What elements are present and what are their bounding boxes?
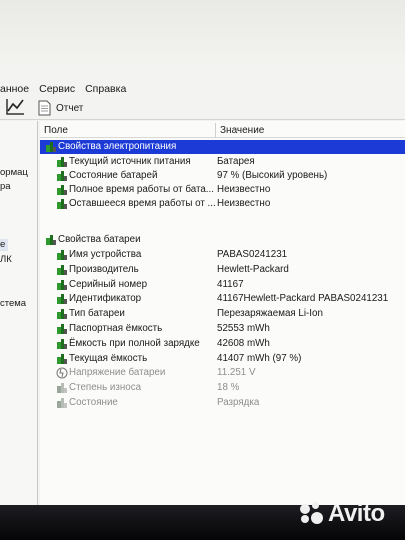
tree-item-fragment[interactable]: ЛК	[0, 254, 12, 265]
row-label: Имя устройства	[69, 249, 142, 260]
row-value: 41167Hewlett-Packard PABAS0241231	[217, 293, 389, 305]
row-label: Состояние	[69, 397, 118, 408]
row-label: Текущий источник питания	[69, 156, 191, 167]
table-row[interactable]: Идентификатор 41167Hewlett-Packard PABAS0…	[40, 292, 405, 306]
battery-icon	[56, 264, 68, 276]
row-value: Разрядка	[217, 397, 260, 408]
row-label: Полное время работы от бата...	[69, 184, 214, 195]
menu-item-data[interactable]: анное	[0, 83, 29, 95]
row-value: Перезаряжаемая Li-Ion	[217, 308, 323, 320]
navigation-tree[interactable]: ормац ра е ЛК стема	[0, 121, 38, 505]
battery-icon	[56, 156, 68, 168]
table-row[interactable]: Степень износа 18 %	[40, 381, 405, 395]
toolbar: Отчет	[0, 96, 405, 120]
avito-text: Avito	[328, 500, 385, 527]
avito-watermark: Avito	[298, 500, 385, 528]
table-row[interactable]: Текущая ёмкость 41407 mWh (97 %)	[40, 352, 405, 366]
row-value: Батарея	[217, 156, 255, 167]
row-label: Идентификатор	[69, 293, 142, 305]
row-label: Производитель	[69, 263, 139, 275]
battery-icon	[56, 279, 68, 291]
column-header-value[interactable]: Значение	[220, 125, 264, 136]
battery-icon	[56, 170, 68, 182]
row-label: Паспортная ёмкость	[69, 323, 163, 334]
battery-icon	[56, 198, 68, 210]
tree-item-fragment[interactable]: ра	[0, 181, 11, 192]
chart-button[interactable]	[4, 97, 26, 117]
table-row[interactable]: Состояние Разрядка	[40, 396, 405, 410]
tree-item-fragment[interactable]: ормац	[0, 167, 28, 178]
section-battery-properties[interactable]: Свойства батареи	[40, 233, 405, 247]
battery-icon	[56, 249, 68, 261]
row-label: Тип батареи	[69, 308, 125, 320]
section-power-properties[interactable]: Свойства электропитания	[40, 140, 405, 154]
row-value: Hewlett-Packard	[217, 263, 289, 275]
battery-icon	[56, 382, 68, 394]
section-title: Свойства электропитания	[58, 141, 177, 152]
tree-item-fragment[interactable]: е	[0, 239, 5, 250]
battery-icon	[45, 141, 57, 153]
report-button[interactable]: Отчет	[38, 98, 83, 118]
table-row[interactable]: Оставшееся время работы от ... Неизвестно	[40, 197, 405, 211]
table-row[interactable]: Серийный номер 41167	[40, 278, 405, 292]
section-title: Свойства батареи	[58, 234, 141, 245]
menu-item-service[interactable]: Сервис	[39, 83, 75, 95]
row-value: Неизвестно	[217, 184, 271, 195]
report-label: Отчет	[56, 102, 84, 114]
chart-icon	[6, 99, 24, 115]
battery-icon	[56, 397, 68, 409]
row-label: Напряжение батареи	[69, 367, 166, 379]
battery-icon	[45, 234, 57, 246]
document-icon	[38, 100, 51, 116]
row-value: 52553 mWh	[217, 323, 270, 334]
row-value: 42608 mWh	[217, 337, 270, 349]
row-label: Степень износа	[69, 382, 142, 394]
battery-icon	[56, 353, 68, 365]
screen-top-area	[0, 0, 405, 66]
row-label: Состояние батарей	[69, 170, 158, 181]
table-row[interactable]: Имя устройства PABAS0241231	[40, 248, 405, 262]
row-value: 41407 mWh (97 %)	[217, 352, 302, 364]
row-label: Серийный номер	[69, 278, 148, 290]
row-value: 41167	[217, 278, 244, 290]
column-header-field[interactable]: Поле	[44, 125, 68, 136]
table-row[interactable]: Ёмкость при полной зарядке 42608 mWh	[40, 337, 405, 351]
table-row[interactable]: Паспортная ёмкость 52553 mWh	[40, 322, 405, 336]
row-label: Оставшееся время работы от ...	[69, 198, 216, 209]
voltage-icon	[56, 367, 68, 379]
row-value: 11.251 V	[217, 367, 256, 379]
column-separator[interactable]	[215, 123, 216, 138]
row-value: 18 %	[217, 382, 240, 394]
table-row[interactable]: Напряжение батареи 11.251 V	[40, 366, 405, 380]
table-row[interactable]: Текущий источник питания Батарея	[40, 155, 405, 169]
table-header: Поле Значение	[40, 123, 405, 138]
row-label: Ёмкость при полной зарядке	[69, 337, 200, 349]
battery-icon	[56, 338, 68, 350]
menu-item-help[interactable]: Справка	[85, 83, 126, 95]
screen: анное Сервис Справка Отчет ормац ра е ЛК…	[0, 0, 405, 505]
table-row[interactable]: Производитель Hewlett-Packard	[40, 263, 405, 277]
row-value: Неизвестно	[217, 198, 271, 209]
details-table: Поле Значение Свойства электропитания Те…	[40, 121, 405, 505]
battery-icon	[56, 308, 68, 320]
table-row[interactable]: Тип батареи Перезаряжаемая Li-Ion	[40, 307, 405, 321]
row-label: Текущая ёмкость	[69, 352, 148, 364]
avito-logo-icon	[298, 501, 324, 527]
table-row[interactable]: Полное время работы от бата... Неизвестно	[40, 183, 405, 197]
battery-icon	[56, 323, 68, 335]
table-row[interactable]: Состояние батарей 97 % (Высокий уровень)	[40, 169, 405, 183]
row-value: PABAS0241231	[217, 249, 288, 260]
battery-icon	[56, 184, 68, 196]
tree-item-fragment[interactable]: стема	[0, 298, 26, 309]
row-value: 97 % (Высокий уровень)	[217, 170, 328, 181]
battery-icon	[56, 293, 68, 305]
